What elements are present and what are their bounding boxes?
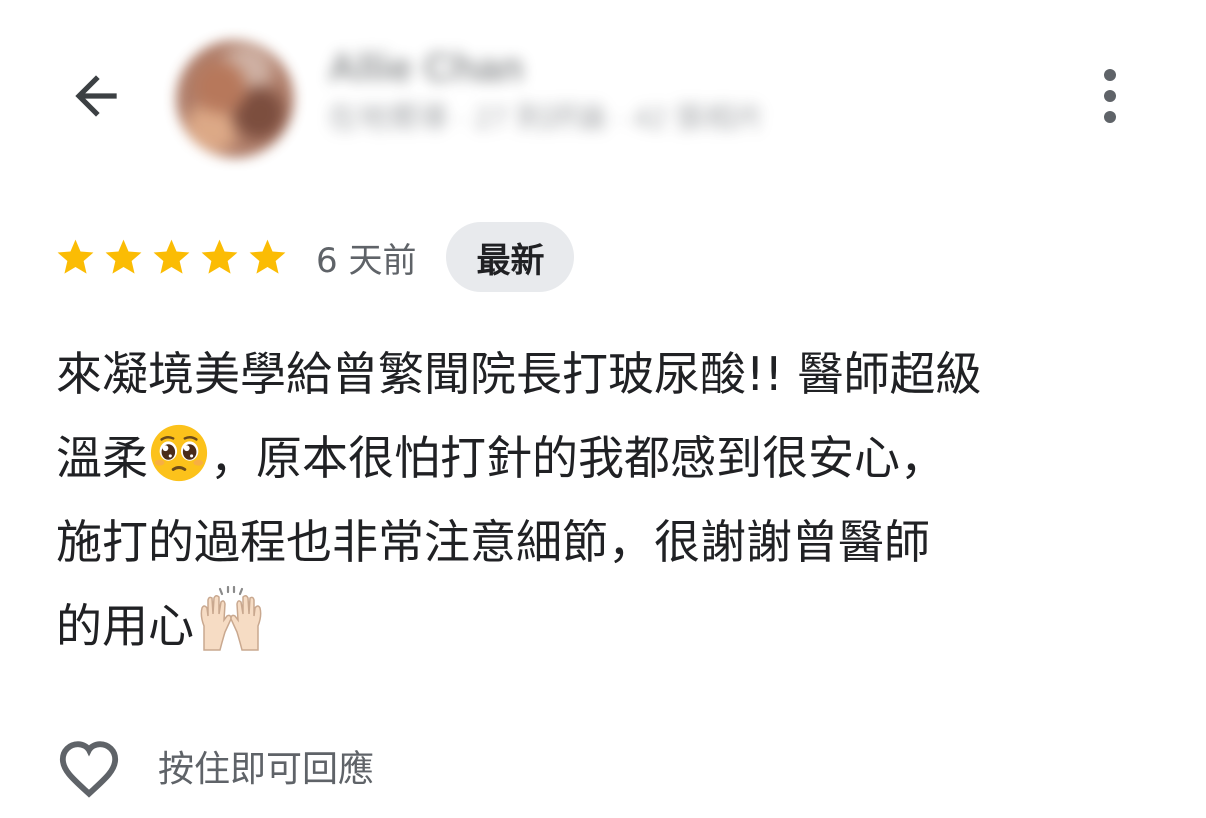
newest-badge: 最新 [446,222,575,292]
reaction-row: 按住即可回應 [54,726,374,806]
review-line: 溫柔 ，原本很怕打針的我都感到很安心， [56,416,1166,500]
star-icon [249,239,286,274]
heart-outline-icon [59,741,119,798]
arrow-left-icon [75,75,117,117]
review-line: 施打的過程也非常注意細節，很謝謝曾醫師 [56,515,930,569]
reviewer-name: Allie Chan [328,46,524,90]
reaction-hint-label: 按住即可回應 [158,749,375,790]
star-rating [54,236,289,279]
star-icon [201,239,238,274]
review-line: 的用心 [56,584,1166,668]
star-icon [153,239,190,274]
more-options-button[interactable] [1078,60,1142,132]
review-text: 來凝境美學給曾繁聞院長打玻尿酸!! 醫師超級 溫柔 ，原本很怕打針的我都感到很安… [56,332,1166,668]
avatar[interactable] [176,40,294,158]
review-line: 來凝境美學給曾繁聞院長打玻尿酸!! 醫師超級 [56,347,982,401]
rating-row: 6 天前 最新 [54,222,575,292]
star-icon [57,239,94,274]
reviewer-info[interactable]: Allie Chan 在地嚮導 · 27 則評論 · 42 張相片 [328,40,765,142]
back-button[interactable] [58,58,134,134]
star-icon [105,239,142,274]
more-vert-icon [1104,69,1116,81]
review-time: 6 天前 [316,240,417,281]
pleading-face-emoji-icon [150,424,208,482]
reviewer-meta: 在地嚮導 · 27 則評論 · 42 張相片 [328,102,765,135]
like-button[interactable] [54,731,124,801]
raising-hands-emoji-icon [200,586,262,651]
